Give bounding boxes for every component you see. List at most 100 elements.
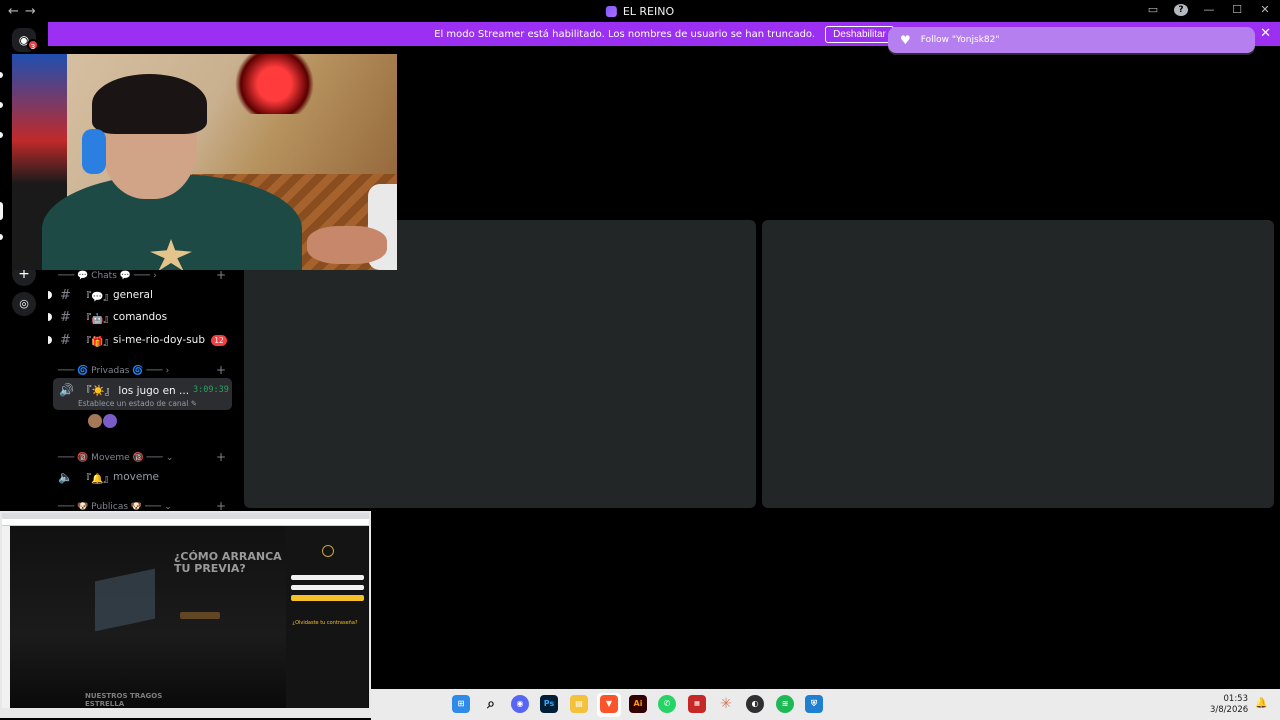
arrow-right-icon[interactable]: → xyxy=(25,4,36,19)
heart-icon: ♥ xyxy=(900,33,911,47)
notification-bell-icon[interactable]: 🔔 xyxy=(1255,698,1267,709)
add-channel-icon[interactable]: + xyxy=(216,363,226,377)
whatsapp-icon[interactable]: ✆ xyxy=(658,695,676,713)
channel-name: comandos xyxy=(113,311,168,323)
channel-list: ─── 💬 Chats 💬 ─── › + # 『💬』 general # 『🤖』… xyxy=(48,268,238,513)
hash-icon: # xyxy=(60,332,71,348)
voice-channel-name: 『☀️』 los jugo en ... xyxy=(81,383,189,398)
shared-page-headline: ¿CÓMO ARRANCA TU PREVIA? xyxy=(174,550,282,575)
active-voice-channel[interactable]: 🔊 『☀️』 los jugo en ... 3:09:39 Establece… xyxy=(53,378,232,410)
browser-sidebar xyxy=(2,526,10,708)
shared-login-button xyxy=(291,595,364,601)
app-red-icon[interactable]: ▦ xyxy=(688,695,706,713)
brave-icon[interactable]: ▼ xyxy=(600,695,618,713)
category-chats[interactable]: ─── 💬 Chats 💬 ─── › xyxy=(58,271,157,281)
webcam-person-hair xyxy=(92,74,207,134)
window-title: EL REINO xyxy=(605,4,675,18)
server-icon xyxy=(605,5,617,17)
channel-emoji: 『💬』 xyxy=(81,291,114,303)
webcam-overlay xyxy=(12,54,397,270)
channel-emoji: 『🔔』 xyxy=(81,473,114,485)
claude-icon[interactable]: ✳ xyxy=(717,695,735,713)
title-bar: ← → EL REINO ▭ ? — ☐ ✕ xyxy=(0,0,1280,22)
nav-buttons: ← → xyxy=(0,4,36,19)
photoshop-icon[interactable]: Ps xyxy=(540,695,558,713)
shared-forgot-link: ¿Olvidaste tu contraseña? xyxy=(292,620,358,626)
search-icon[interactable]: ⌕ xyxy=(482,695,500,713)
voice-channel-moveme[interactable]: 🔈 『🔔』 moveme xyxy=(48,467,233,487)
shared-email-input xyxy=(291,575,364,580)
inbox-icon[interactable]: ▭ xyxy=(1146,3,1160,16)
shared-page-footer: NUESTROS TRAGOS ESTRELLA xyxy=(85,692,163,708)
disable-streamer-button[interactable]: Deshabilitar xyxy=(825,25,894,43)
window-title-text: EL REINO xyxy=(622,4,675,18)
toast-text: Follow "Yonjsk82" xyxy=(920,35,1000,45)
hash-icon: # xyxy=(60,287,71,303)
channel-general[interactable]: # 『💬』 general xyxy=(48,285,233,305)
selected-pill xyxy=(0,202,3,220)
speaker-icon: 🔈 xyxy=(58,470,73,484)
obs-icon[interactable]: ◐ xyxy=(746,695,764,713)
voice-name-text: los jugo en ... xyxy=(118,385,190,397)
chevron-right-icon: › xyxy=(153,271,157,281)
banner-close-icon[interactable]: ✕ xyxy=(1260,26,1271,41)
channel-si-me-rio-doy-sub[interactable]: # 『🎁』 si-me-rio-doy-sub 12 xyxy=(48,330,233,350)
video-tile[interactable] xyxy=(762,220,1274,508)
clock-time: 01:53 xyxy=(1223,694,1249,704)
illustrator-icon[interactable]: Ai xyxy=(629,695,647,713)
avatar[interactable] xyxy=(88,414,102,428)
unread-pill xyxy=(0,72,3,78)
shared-page-button xyxy=(180,612,220,619)
channel-name: general xyxy=(113,289,153,301)
category-privadas[interactable]: ─── 🌀 Privadas 🌀 ─── › xyxy=(58,366,169,376)
hash-icon: # xyxy=(60,309,71,325)
spotify-icon[interactable]: ≋ xyxy=(776,695,794,713)
unread-pill xyxy=(0,102,3,108)
category-label: ─── 🌀 Privadas 🌀 ─── xyxy=(58,366,163,376)
shared-logo-icon xyxy=(322,545,334,557)
unread-dot xyxy=(48,291,52,299)
channel-status-prompt[interactable]: Establece un estado de canal ✎ xyxy=(78,399,197,408)
category-moveme[interactable]: ─── 🔞 Moveme 🔞 ─── ⌄ xyxy=(58,453,173,463)
window-controls: ▭ ? — ☐ ✕ xyxy=(1146,3,1272,16)
shield-app-icon[interactable]: ⛨ xyxy=(805,695,823,713)
unread-dot xyxy=(48,336,52,344)
chevron-down-icon: ⌄ xyxy=(165,453,174,463)
shared-taskbar xyxy=(0,708,371,718)
headset xyxy=(82,129,106,174)
chevron-right-icon: › xyxy=(165,366,170,376)
close-icon[interactable]: ✕ xyxy=(1258,3,1272,16)
add-channel-icon[interactable]: + xyxy=(216,268,226,282)
webcam-fan xyxy=(227,54,322,114)
clock-date: 3/8/2026 xyxy=(1210,705,1249,715)
channel-name: si-me-rio-doy-sub xyxy=(113,334,205,346)
arrow-left-icon[interactable]: ← xyxy=(8,4,19,19)
maximize-icon[interactable]: ☐ xyxy=(1230,3,1244,16)
minimize-icon[interactable]: — xyxy=(1202,3,1216,16)
help-icon[interactable]: ? xyxy=(1174,3,1188,16)
channel-name: moveme xyxy=(113,471,160,483)
discord-icon[interactable]: ◉ xyxy=(511,695,529,713)
windows-taskbar xyxy=(371,689,1280,720)
webcam-hand xyxy=(307,226,387,264)
banner-message: El modo Streamer está habilitado. Los no… xyxy=(434,28,816,40)
unread-pill xyxy=(0,132,3,138)
unread-pill xyxy=(0,234,3,240)
unread-dot xyxy=(48,313,52,321)
category-label: ─── 💬 Chats 💬 ─── xyxy=(58,271,151,281)
system-clock[interactable]: 01:53 3/8/2026 xyxy=(1210,694,1248,716)
channel-comandos[interactable]: # 『🤖』 comandos xyxy=(48,307,233,327)
voice-emoji: 『☀️』 xyxy=(81,385,116,397)
discover-icon[interactable]: ◎ xyxy=(12,292,36,316)
avatar[interactable] xyxy=(103,414,117,428)
home-badge: 3 xyxy=(27,39,39,51)
file-explorer-icon[interactable]: ▤ xyxy=(570,695,588,713)
speaker-icon: 🔊 xyxy=(59,383,74,397)
shared-password-input xyxy=(291,585,364,590)
voice-timer: 3:09:39 xyxy=(193,385,229,395)
windows-start-icon[interactable]: ⊞ xyxy=(452,695,470,713)
channel-emoji: 『🤖』 xyxy=(81,313,114,325)
browser-address-bar xyxy=(2,519,369,526)
category-label: ─── 🔞 Moveme 🔞 ─── xyxy=(58,453,163,463)
add-channel-icon[interactable]: + xyxy=(216,450,226,464)
